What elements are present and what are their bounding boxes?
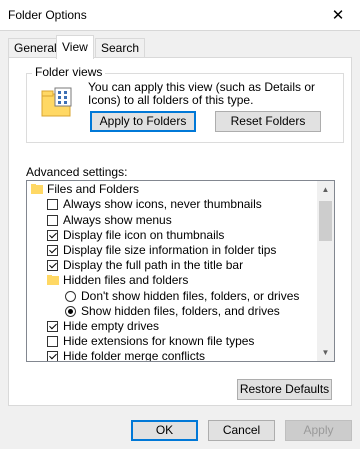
tree-row-label: Display file size information in folder … — [63, 243, 277, 257]
tree-scrollbar[interactable]: ▲ ▼ — [317, 181, 334, 361]
tree-row-label: Hidden files and folders — [63, 273, 189, 287]
tree-row-label: Hide empty drives — [63, 319, 160, 333]
reset-folders-button[interactable]: Reset Folders — [215, 111, 321, 132]
checkbox[interactable] — [47, 199, 58, 210]
checkbox[interactable] — [47, 215, 58, 226]
checkbox[interactable] — [47, 336, 58, 347]
apply-to-folders-button[interactable]: Apply to Folders — [90, 111, 196, 132]
scroll-thumb[interactable] — [319, 201, 332, 241]
tree-row-label: Display the full path in the title bar — [63, 258, 244, 272]
tree-row-label: Always show icons, never thumbnails — [63, 197, 262, 211]
tree-row-label: Show hidden files, folders, and drives — [81, 304, 280, 318]
folder-view-icon — [41, 87, 72, 117]
folder-icon — [47, 275, 59, 285]
title-bar: Folder Options ✕ — [0, 0, 360, 30]
tree-row-label: Don't show hidden files, folders, or dri… — [81, 289, 300, 303]
checkbox[interactable] — [47, 230, 58, 241]
cancel-button[interactable]: Cancel — [208, 420, 275, 441]
close-icon[interactable]: ✕ — [316, 0, 360, 30]
ok-button[interactable]: OK — [131, 420, 198, 441]
tree-row-label: Always show menus — [63, 213, 172, 227]
folder-views-description: You can apply this view (such as Details… — [88, 80, 316, 107]
checkbox[interactable] — [47, 351, 58, 361]
window-title: Folder Options — [8, 8, 87, 22]
scroll-down-icon[interactable]: ▼ — [317, 344, 334, 361]
tree-row-label: Display file icon on thumbnails — [63, 228, 225, 242]
radio-button[interactable] — [65, 306, 76, 317]
tab-view[interactable]: View — [56, 35, 94, 59]
scroll-up-icon[interactable]: ▲ — [317, 181, 334, 198]
restore-defaults-button[interactable]: Restore Defaults — [237, 379, 332, 400]
radio-button[interactable] — [65, 291, 76, 302]
folder-icon — [31, 184, 43, 194]
tab-search[interactable]: Search — [95, 38, 146, 58]
tree-row-label: Hide extensions for known file types — [63, 334, 255, 348]
advanced-settings-label: Advanced settings: — [26, 165, 128, 179]
folder-views-label: Folder views — [32, 65, 106, 79]
checkbox[interactable] — [47, 321, 58, 332]
tab-general[interactable]: General — [8, 38, 63, 58]
tree-row-label: Files and Folders — [47, 182, 140, 196]
apply-button[interactable]: Apply — [285, 420, 352, 441]
tree-row-label: Hide folder merge conflicts — [63, 349, 206, 362]
checkbox[interactable] — [47, 260, 58, 271]
advanced-settings-tree[interactable]: Files and Folders Always show icons, nev… — [26, 180, 335, 362]
checkbox[interactable] — [47, 245, 58, 256]
